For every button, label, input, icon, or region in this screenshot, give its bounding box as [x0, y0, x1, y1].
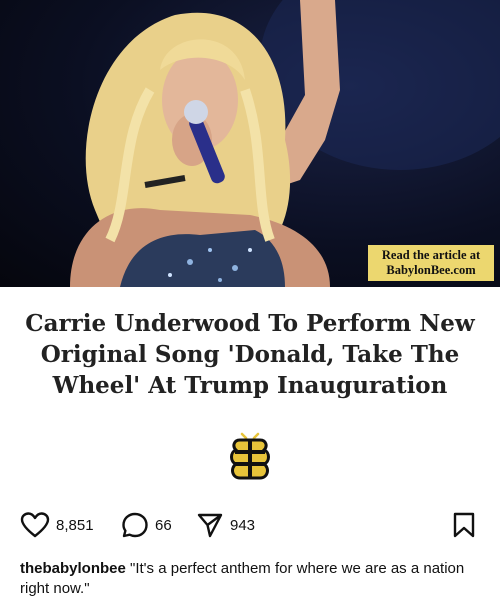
bookmark-icon[interactable] [452, 511, 476, 539]
comment-count: 66 [155, 516, 172, 534]
badge-line-2: BabylonBee.com [386, 263, 476, 277]
headline-line-1: Carrie Underwood To Perform New [25, 310, 475, 337]
heart-icon[interactable] [20, 511, 50, 539]
caption-username[interactable]: thebabylonbee [20, 560, 126, 577]
headline-line-3: Wheel' At Trump Inauguration [52, 372, 448, 399]
babylon-bee-logo-icon [230, 432, 270, 480]
comment-icon[interactable] [121, 511, 149, 539]
share-action[interactable]: 943 [196, 510, 255, 540]
like-count: 8,851 [56, 516, 94, 534]
post-photo[interactable]: Read the article at BabylonBee.com [0, 0, 500, 287]
post-caption: thebabylonbee "It's a perfect anthem for… [20, 559, 482, 599]
save-action[interactable] [452, 510, 476, 540]
share-icon[interactable] [196, 511, 224, 539]
share-count: 943 [230, 516, 256, 534]
headline-line-2: Original Song 'Donald, Take The [40, 341, 460, 368]
badge-line-1: Read the article at [381, 248, 481, 262]
action-bar: 8,851 66 943 [20, 510, 480, 540]
read-article-badge[interactable]: Read the article at BabylonBee.com [368, 245, 494, 281]
like-action[interactable]: 8,851 [20, 510, 94, 540]
article-headline: Carrie Underwood To Perform New Original… [0, 308, 500, 401]
instagram-post: Read the article at BabylonBee.com Carri… [0, 0, 500, 607]
singer-photo [70, 0, 500, 287]
comment-action[interactable]: 66 [121, 510, 172, 540]
